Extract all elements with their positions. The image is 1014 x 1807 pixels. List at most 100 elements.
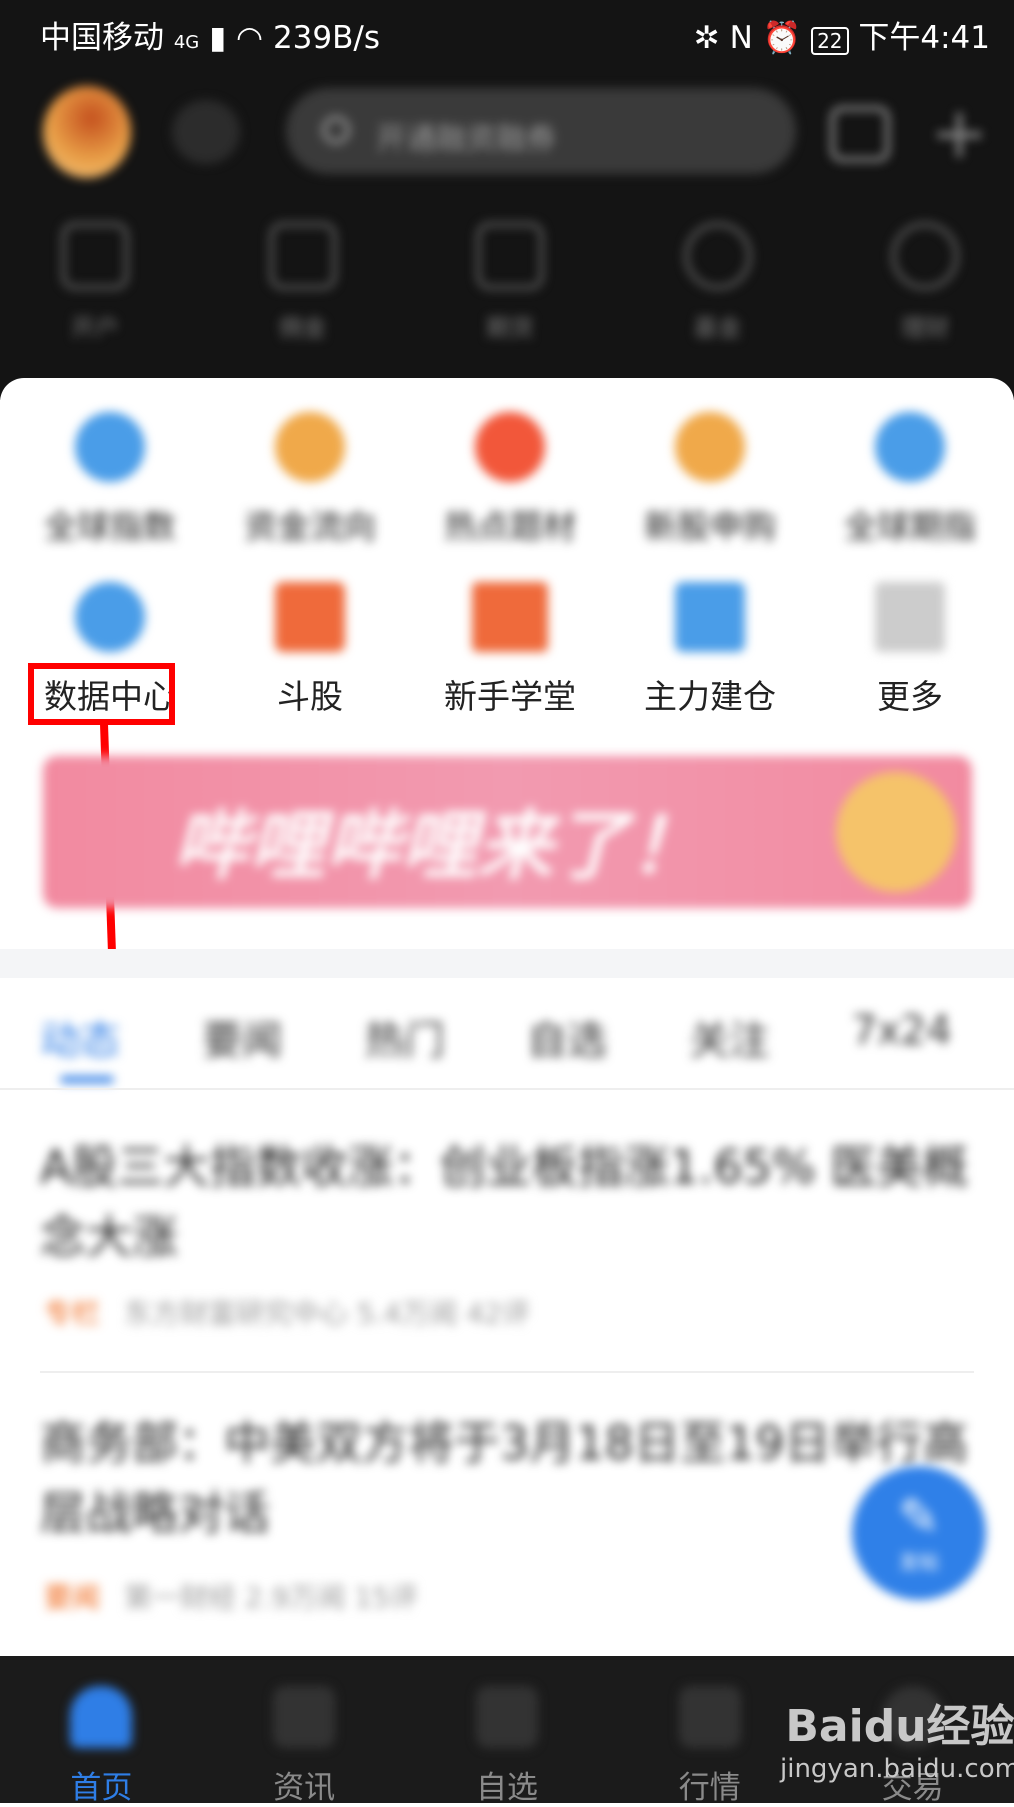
tab-dynamic[interactable]: 动态 bbox=[40, 1008, 202, 1066]
nav-market[interactable]: 行情 bbox=[650, 1686, 770, 1806]
status-right: ✲ N ⏰ 22 下午4:41 bbox=[693, 20, 990, 56]
network: 4G bbox=[173, 32, 200, 53]
news-title[interactable]: A股三大指数收涨：创业板指涨1.65% 医美概念大涨 bbox=[40, 1132, 970, 1272]
tab-7x24[interactable]: 7x24 bbox=[852, 1008, 1014, 1066]
battle-icon bbox=[275, 582, 345, 652]
banner-badge-icon bbox=[836, 772, 956, 892]
shortcut-label: 期货 bbox=[486, 314, 534, 342]
tab-following[interactable]: 关注 bbox=[689, 1008, 851, 1066]
news-tag: 专栏 bbox=[44, 1297, 101, 1330]
grid-item-main-position[interactable]: 主力建仓 bbox=[620, 582, 800, 718]
carrier: 中国移动 bbox=[40, 20, 164, 56]
shortcut-open-account[interactable]: 开户 bbox=[50, 222, 140, 343]
baidu-watermark: Baidu经验 jingyan.baidu.com bbox=[780, 1690, 1014, 1784]
earth-icon bbox=[875, 412, 945, 482]
home-icon bbox=[70, 1686, 133, 1748]
nav-watchlist[interactable]: 自选 bbox=[447, 1686, 567, 1806]
promo-banner[interactable]: 哔哩哔哩来了！ bbox=[43, 756, 972, 908]
grid-label: 斗股 bbox=[277, 677, 343, 716]
nav-label: 行情 bbox=[678, 1770, 741, 1806]
grid-label: 新股申购 bbox=[644, 507, 776, 546]
shortcut-fund[interactable]: 基金 bbox=[673, 222, 763, 343]
feature-grid-row1: 全球指数 资金流向 热点题材 新股申购 全球期指 bbox=[20, 412, 1000, 548]
battery: 22 bbox=[811, 27, 849, 55]
nav-news[interactable]: 资讯 bbox=[244, 1686, 364, 1806]
news-title[interactable]: 商务部：中美双方将于3月18日至19日举行高层战略对话 bbox=[40, 1408, 970, 1548]
globe-icon bbox=[75, 412, 145, 482]
grid-label: 主力建仓 bbox=[644, 677, 776, 716]
news-tag: 要闻 bbox=[44, 1581, 101, 1614]
tab-hot[interactable]: 热门 bbox=[365, 1008, 527, 1066]
account-icon bbox=[61, 222, 129, 290]
nav-label: 自选 bbox=[475, 1770, 538, 1806]
grid-item-hot-topics[interactable]: 热点题材 bbox=[420, 412, 600, 548]
net-speed: 239B/s bbox=[272, 20, 380, 56]
news-meta: 要闻 第一财经 2.9万阅 15评 bbox=[44, 1576, 418, 1616]
grid-item-more[interactable]: 更多 bbox=[820, 582, 1000, 718]
status-bar: 中国移动 4G ▮ ◠ 239B/s ✲ N ⏰ 22 下午4:41 bbox=[40, 12, 990, 56]
grid-item-ipo[interactable]: 新股申购 bbox=[620, 412, 800, 548]
coin-icon bbox=[275, 412, 345, 482]
message-icon[interactable] bbox=[172, 100, 240, 164]
top-shortcuts: 开户 佣金 期货 基金 理财 bbox=[50, 222, 970, 343]
nav-home[interactable]: 首页 bbox=[41, 1686, 161, 1806]
search-icon bbox=[322, 116, 350, 144]
pencil-icon: ✎ bbox=[898, 1488, 940, 1546]
grid-item-global-futures[interactable]: 全球期指 bbox=[820, 412, 1000, 548]
shortcut-commission[interactable]: 佣金 bbox=[258, 222, 348, 343]
grid-item-beginner-school[interactable]: 新手学堂 bbox=[420, 582, 600, 718]
skin-icon[interactable] bbox=[830, 106, 890, 162]
flame-icon bbox=[475, 412, 545, 482]
news-source: 第一财经 2.9万阅 15评 bbox=[124, 1581, 418, 1614]
post-label: 发帖 bbox=[899, 1550, 939, 1574]
grid-label: 更多 bbox=[877, 677, 943, 716]
post-button[interactable]: ✎ 发帖 bbox=[852, 1466, 986, 1600]
grid-label: 新手学堂 bbox=[444, 677, 576, 716]
status-left: 中国移动 4G ▮ ◠ 239B/s bbox=[40, 20, 380, 56]
grid-label: 全球期指 bbox=[844, 507, 976, 546]
fund-icon bbox=[683, 222, 752, 290]
news-icon bbox=[273, 1686, 336, 1748]
highlight-box bbox=[28, 663, 175, 725]
shortcut-futures[interactable]: 期货 bbox=[465, 222, 555, 343]
watermark-brand: Baidu经验 bbox=[785, 1701, 1014, 1752]
plus-icon[interactable]: + bbox=[930, 98, 989, 168]
divider bbox=[40, 1371, 974, 1373]
grid-more-icon bbox=[875, 582, 945, 652]
feed-tabs: 动态 要闻 热门 自选 关注 7x24 bbox=[40, 1008, 1014, 1066]
news-source: 东方财富研究中心 5.4万阅 42评 bbox=[124, 1297, 530, 1330]
ipo-icon bbox=[675, 412, 745, 482]
shortcut-label: 基金 bbox=[693, 314, 742, 342]
divider bbox=[0, 1088, 1014, 1090]
active-tab-indicator bbox=[60, 1076, 114, 1083]
commission-icon bbox=[268, 222, 337, 290]
avatar[interactable] bbox=[43, 86, 131, 178]
tab-watchlist[interactable]: 自选 bbox=[527, 1008, 689, 1066]
board-icon bbox=[472, 582, 548, 652]
wealth-icon bbox=[891, 222, 959, 290]
position-icon bbox=[675, 582, 745, 652]
watchlist-icon bbox=[475, 1686, 538, 1748]
grid-item-capital-flow[interactable]: 资金流向 bbox=[220, 412, 400, 548]
grid-label: 热点题材 bbox=[444, 507, 576, 546]
watermark-url: jingyan.baidu.com bbox=[780, 1754, 1014, 1784]
section-divider bbox=[0, 949, 1014, 978]
tab-headlines[interactable]: 要闻 bbox=[202, 1008, 364, 1066]
shortcut-wealth[interactable]: 理财 bbox=[880, 222, 970, 343]
futures-icon bbox=[476, 222, 544, 290]
clock-chart-icon bbox=[75, 582, 145, 652]
search-placeholder: 开通融资融券 bbox=[376, 122, 556, 157]
banner-text: 哔哩哔哩来了！ bbox=[173, 801, 705, 890]
shortcut-label: 理财 bbox=[901, 314, 949, 342]
shortcut-label: 开户 bbox=[71, 314, 119, 342]
shortcut-label: 佣金 bbox=[278, 314, 327, 342]
news-meta: 专栏 东方财富研究中心 5.4万阅 42评 bbox=[44, 1292, 530, 1332]
market-icon bbox=[678, 1686, 741, 1748]
grid-item-global-index[interactable]: 全球指数 bbox=[20, 412, 200, 548]
clock: 下午4:41 bbox=[858, 20, 990, 56]
grid-label: 资金流向 bbox=[244, 507, 376, 546]
search-input[interactable]: 开通融资融券 bbox=[286, 88, 796, 174]
nav-label: 首页 bbox=[70, 1770, 133, 1806]
nav-label: 资讯 bbox=[273, 1770, 336, 1806]
grid-item-stock-battle[interactable]: 斗股 bbox=[220, 582, 400, 718]
